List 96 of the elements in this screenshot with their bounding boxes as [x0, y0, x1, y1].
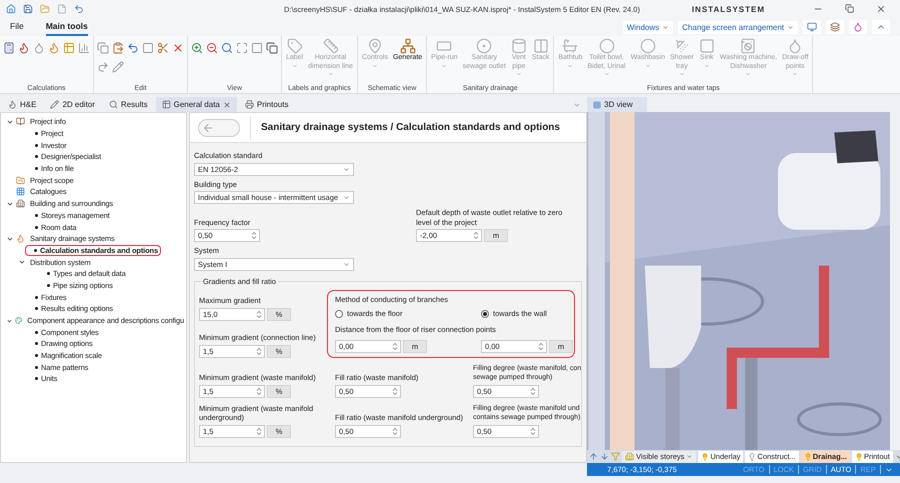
chevron-icon[interactable] [7, 118, 13, 125]
spinner-icon [530, 426, 536, 436]
drop-icon [853, 22, 863, 32]
folder-icon [40, 4, 50, 14]
zoom-out-icon [206, 42, 218, 54]
drop-icon [33, 42, 45, 54]
spinner-icon [256, 386, 262, 396]
delete-icon [172, 42, 184, 54]
palette-icon [14, 316, 22, 326]
close-icon [876, 4, 886, 14]
network-icon [400, 38, 416, 54]
spinner-icon [251, 231, 257, 240]
flame-icon [16, 234, 25, 244]
spinner-icon [392, 342, 398, 350]
close-icon[interactable] [222, 100, 231, 108]
caret-icon [343, 166, 350, 172]
drop-button[interactable] [849, 20, 867, 34]
layers-icon [830, 22, 840, 32]
layers-button[interactable] [826, 20, 844, 34]
outlet-icon [476, 38, 492, 54]
chevron-icon[interactable] [7, 200, 13, 207]
building-icon [625, 452, 634, 461]
pencil-icon [112, 61, 124, 73]
monitor-button[interactable] [803, 20, 821, 34]
windows-dropdown[interactable]: Windows [622, 20, 674, 34]
table-icon [63, 42, 75, 54]
filter-icon [611, 452, 620, 461]
document-tab[interactable]: Printouts [238, 97, 294, 112]
flame-icon [48, 42, 60, 54]
grid-icon [16, 187, 25, 196]
collapse-button[interactable] [872, 20, 890, 34]
search-icon [221, 42, 233, 54]
scissors-icon [157, 42, 169, 54]
copy-icon [97, 42, 109, 54]
chevron-icon[interactable] [7, 318, 12, 324]
flame-icon [8, 100, 17, 109]
brand-logo: INSTALSYSTEM [692, 4, 765, 14]
spinner-icon [530, 386, 536, 396]
windows-icon [266, 42, 278, 54]
grid-icon [593, 100, 602, 108]
ruler-icon [322, 38, 339, 54]
restore-icon [845, 4, 854, 13]
document-tab[interactable]: Results [102, 97, 154, 112]
view-tab[interactable]: 3D view [587, 97, 648, 112]
bathtub-icon [562, 38, 578, 54]
pin-icon [366, 38, 383, 54]
up-arrow-icon [589, 452, 598, 461]
frame-icon [142, 42, 154, 54]
chevron-icon[interactable] [19, 259, 25, 266]
page-title: Sanitary drainage systems / Calculation standards and options [261, 122, 560, 133]
spinner-icon [473, 231, 479, 240]
radio-button[interactable] [481, 310, 489, 318]
spinner-icon [256, 346, 262, 356]
fit-icon [236, 42, 248, 54]
document-tab[interactable]: 2D editor [44, 97, 101, 112]
radio-button[interactable] [335, 310, 343, 318]
printer-icon [244, 100, 254, 109]
washing-machine-icon [740, 38, 756, 54]
table-icon [162, 100, 171, 109]
undo-icon [74, 4, 84, 14]
document-tab[interactable]: H&E [2, 97, 42, 112]
caret-icon [686, 453, 694, 460]
pencil-icon [50, 100, 60, 109]
flame-icon [18, 42, 30, 54]
caret-icon [787, 24, 794, 30]
book-icon [16, 117, 25, 126]
zoom-in-icon [191, 42, 203, 54]
save-icon [23, 4, 33, 14]
menu-tab[interactable]: File [10, 18, 24, 36]
down-arrow-icon [600, 452, 610, 461]
monitor-icon [807, 22, 817, 32]
caret-icon [343, 194, 350, 201]
bulb-icon[interactable] [748, 452, 756, 460]
spinner-icon [392, 426, 398, 436]
caret-icon [343, 260, 350, 268]
cylinder-icon [510, 38, 527, 54]
redo-icon [97, 61, 109, 73]
search-icon [108, 100, 118, 109]
stack-icon [532, 38, 549, 54]
undo-icon [127, 42, 139, 54]
file-icon [57, 4, 67, 14]
tag-icon [286, 38, 303, 54]
shower-icon [674, 38, 690, 54]
spinner-icon [256, 426, 262, 436]
paste-icon [112, 42, 124, 54]
arrangement-dropdown[interactable]: Change screen arrangement [678, 20, 798, 34]
chart-icon [78, 42, 90, 54]
back-arrow-icon [202, 122, 214, 134]
spinner-icon [256, 310, 262, 318]
calculator-icon [3, 42, 15, 54]
spinner-icon [538, 342, 544, 350]
caret-icon [662, 24, 670, 30]
building-icon [16, 199, 25, 208]
document-tab[interactable]: General data [156, 97, 237, 112]
chevron-icon[interactable] [7, 236, 13, 242]
spinner-icon [392, 386, 398, 396]
